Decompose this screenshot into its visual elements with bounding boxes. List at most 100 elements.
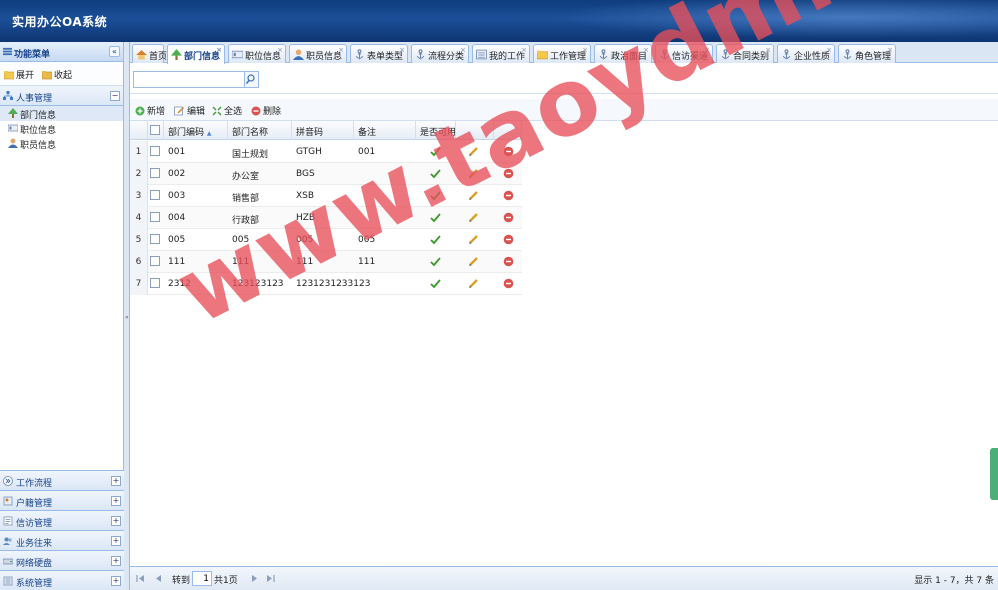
row-checkbox[interactable]: [150, 256, 160, 266]
col-header-pinyin[interactable]: 拼音码: [292, 121, 354, 140]
sidebar-section-workflow[interactable]: 工作流程 +: [0, 470, 124, 490]
tab-petition-channel[interactable]: 信访渠道 ×: [655, 44, 713, 63]
edit-pencil-icon[interactable]: [468, 278, 479, 289]
tab-close-icon[interactable]: ×: [704, 46, 710, 54]
sidebar-item-staff-info[interactable]: 职员信息: [0, 136, 123, 151]
delete-row-icon[interactable]: [503, 212, 514, 223]
tab-close-icon[interactable]: ×: [887, 46, 893, 54]
tab-close-icon[interactable]: ×: [277, 46, 283, 54]
tab-close-icon[interactable]: ×: [399, 46, 405, 54]
tab-position-info[interactable]: 职位信息 ×: [228, 44, 286, 63]
row-checkbox[interactable]: [150, 234, 160, 244]
tab-close-icon[interactable]: ×: [582, 46, 588, 54]
row-checkbox[interactable]: [150, 168, 160, 178]
add-button[interactable]: 新增: [135, 104, 165, 117]
tab-close-icon[interactable]: ×: [643, 46, 649, 54]
delete-row-icon[interactable]: [503, 146, 514, 157]
sidebar-bottom-sections: 工作流程 + 户籍管理 + 信访管理 + 业务往来 + 网络硬盘 + 系统管理 …: [0, 470, 124, 590]
row-checkbox[interactable]: [150, 212, 160, 222]
edit-pencil-icon[interactable]: [468, 234, 479, 245]
edit-pencil-icon[interactable]: [468, 256, 479, 267]
sidebar-section-system[interactable]: 系统管理 +: [0, 570, 124, 590]
tab-work-management[interactable]: 工作管理 ×: [533, 44, 591, 63]
delete-row-icon[interactable]: [503, 168, 514, 179]
tab-close-icon[interactable]: ×: [338, 46, 344, 54]
row-checkbox[interactable]: [150, 278, 160, 288]
tab-role-management[interactable]: 角色管理 ×: [838, 44, 896, 63]
edit-button[interactable]: 编辑: [174, 104, 205, 117]
row-number-header: [130, 121, 148, 140]
search-input[interactable]: [133, 71, 245, 88]
sidebar-section-toggle[interactable]: +: [111, 476, 121, 486]
delete-button[interactable]: 删除: [251, 104, 281, 117]
sidebar-item-dept-info[interactable]: 部门信息: [0, 106, 123, 121]
prev-page-icon[interactable]: [154, 574, 163, 583]
sidebar-section-toggle[interactable]: +: [111, 516, 121, 526]
tab-contract-category[interactable]: 合同类别 ×: [716, 44, 774, 63]
table-row[interactable]: 7 2312 123123123 1231231233123: [130, 273, 522, 295]
tab-form-type[interactable]: 表单类型 ×: [350, 44, 408, 63]
table-row[interactable]: 5 005 005 005 005: [130, 229, 522, 251]
edit-pencil-icon[interactable]: [468, 168, 479, 179]
delete-row-icon[interactable]: [503, 278, 514, 289]
tab-staff-info[interactable]: 职员信息 ×: [289, 44, 347, 63]
sidebar-section-hr-toggle[interactable]: −: [110, 91, 120, 101]
table-row[interactable]: 6 111 111 111 111: [130, 251, 522, 273]
tab-close-icon[interactable]: ×: [460, 46, 466, 54]
cell-name: 办公室: [232, 172, 260, 182]
edit-pencil-icon[interactable]: [468, 212, 479, 223]
sidebar-item-position-info[interactable]: 职位信息: [0, 121, 123, 136]
col-header-enabled[interactable]: 是否可用: [416, 121, 456, 140]
table-row[interactable]: 4 004 行政部 HZB: [130, 207, 522, 229]
sidebar-section-netdisk[interactable]: 网络硬盘 +: [0, 550, 124, 570]
side-handle[interactable]: [990, 448, 998, 500]
col-header-remark[interactable]: 备注: [354, 121, 416, 140]
sidebar-section-business[interactable]: 业务往来 +: [0, 530, 124, 550]
delete-row-icon[interactable]: [503, 234, 514, 245]
table-row[interactable]: 3 003 销售部 XSB: [130, 185, 522, 207]
sidebar-section-petition[interactable]: 信访管理 +: [0, 510, 124, 530]
expand-all-button[interactable]: 展开: [4, 68, 34, 81]
tab-dept-info[interactable]: 部门信息 ×: [167, 44, 225, 64]
tab-close-icon[interactable]: ×: [826, 46, 832, 54]
tab-process-category[interactable]: 流程分类 ×: [411, 44, 469, 63]
page-number-input[interactable]: [192, 571, 212, 586]
expand-all-label: 展开: [16, 71, 35, 81]
sidebar-section-household[interactable]: 户籍管理 +: [0, 490, 124, 510]
table-row[interactable]: 1 001 国土规划 GTGH 001: [130, 141, 522, 163]
col-header-name[interactable]: 部门名称: [228, 121, 292, 140]
header-checkbox[interactable]: [150, 125, 160, 135]
tab-enterprise-nature[interactable]: 企业性质 ×: [777, 44, 835, 63]
tab-close-icon[interactable]: ×: [765, 46, 771, 54]
sidebar-section-hr[interactable]: 人事管理 −: [0, 86, 123, 106]
folder-open-icon: [4, 70, 14, 79]
table-row[interactable]: 2 002 办公室 BGS: [130, 163, 522, 185]
sidebar-section-toggle[interactable]: +: [111, 496, 121, 506]
tab-my-work[interactable]: 我的工作 ×: [472, 44, 530, 63]
next-page-icon[interactable]: [250, 574, 259, 583]
col-header-code[interactable]: 部门编码 ▲: [164, 121, 228, 140]
edit-pencil-icon[interactable]: [468, 146, 479, 157]
collapse-all-button[interactable]: 收起: [42, 68, 72, 81]
row-checkbox[interactable]: [150, 146, 160, 156]
tab-political-status[interactable]: 政治面目 ×: [594, 44, 652, 63]
delete-row-icon[interactable]: [503, 256, 514, 267]
search-button[interactable]: [245, 71, 259, 88]
select-all-button-label: 全选: [224, 107, 243, 117]
sidebar-section-toggle[interactable]: +: [111, 556, 121, 566]
sidebar-section-toggle[interactable]: +: [111, 536, 121, 546]
select-all-checkbox-header[interactable]: [148, 121, 164, 140]
splitter-grip-icon[interactable]: «: [125, 314, 129, 321]
tab-label: 合同类别: [733, 52, 770, 62]
tab-home[interactable]: 首页: [132, 44, 167, 63]
select-all-button[interactable]: 全选: [212, 104, 242, 117]
first-page-icon[interactable]: [136, 574, 145, 583]
edit-pencil-icon[interactable]: [468, 190, 479, 201]
row-checkbox[interactable]: [150, 190, 160, 200]
sidebar-section-toggle[interactable]: +: [111, 576, 121, 586]
tab-close-icon[interactable]: ×: [216, 46, 222, 54]
tab-close-icon[interactable]: ×: [521, 46, 527, 54]
delete-row-icon[interactable]: [503, 190, 514, 201]
sidebar-collapse-button[interactable]: «: [109, 46, 120, 57]
last-page-icon[interactable]: [266, 574, 275, 583]
